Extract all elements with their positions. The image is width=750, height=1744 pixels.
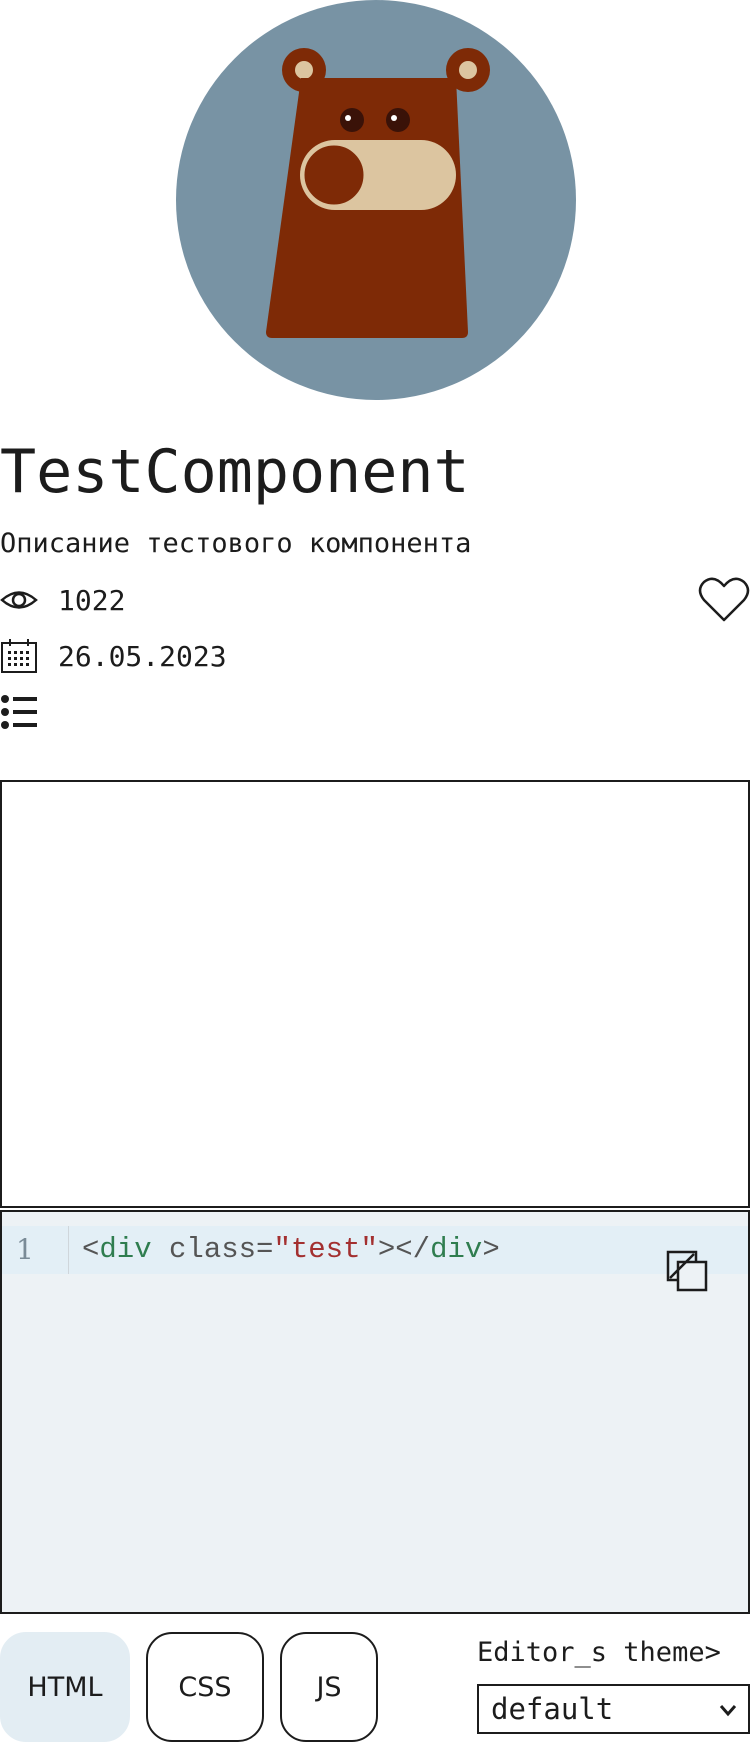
tab-html[interactable]: HTML [0, 1632, 130, 1742]
eye-icon [0, 591, 38, 609]
code-token-attr: class= [151, 1233, 274, 1266]
component-avatar [176, 0, 576, 400]
code-token: < [82, 1233, 100, 1266]
code-line[interactable]: <div class="test"></div> [82, 1226, 500, 1274]
calendar-icon [1, 639, 37, 673]
component-description: Описание тестового компонента [0, 528, 472, 559]
code-editor[interactable]: 1 <div class="test"></div> [0, 1210, 750, 1614]
component-preview [0, 780, 750, 1208]
heart-icon[interactable] [698, 576, 750, 624]
code-token-string: "test" [273, 1233, 378, 1266]
tab-js[interactable]: JS [280, 1632, 378, 1742]
list-row [0, 690, 38, 734]
views-row: 1022 [0, 578, 125, 622]
copy-icon[interactable] [664, 1248, 712, 1296]
component-title: TestComponent [0, 437, 470, 507]
theme-select[interactable]: default [477, 1684, 750, 1734]
tab-css[interactable]: CSS [146, 1632, 264, 1742]
code-token: > [482, 1233, 500, 1266]
date-row: 26.05.2023 [0, 634, 227, 678]
publish-date: 26.05.2023 [58, 639, 227, 673]
chevron-down-icon [719, 1705, 737, 1717]
code-token-tag: div [430, 1233, 483, 1266]
code-token: ></ [377, 1233, 431, 1266]
theme-label: Editor_s theme> [477, 1637, 721, 1668]
code-token-tag: div [99, 1233, 152, 1266]
list-icon[interactable] [0, 694, 38, 730]
views-count: 1022 [58, 583, 126, 617]
line-number: 1 [16, 1233, 34, 1266]
theme-select-value: default [491, 1692, 614, 1726]
